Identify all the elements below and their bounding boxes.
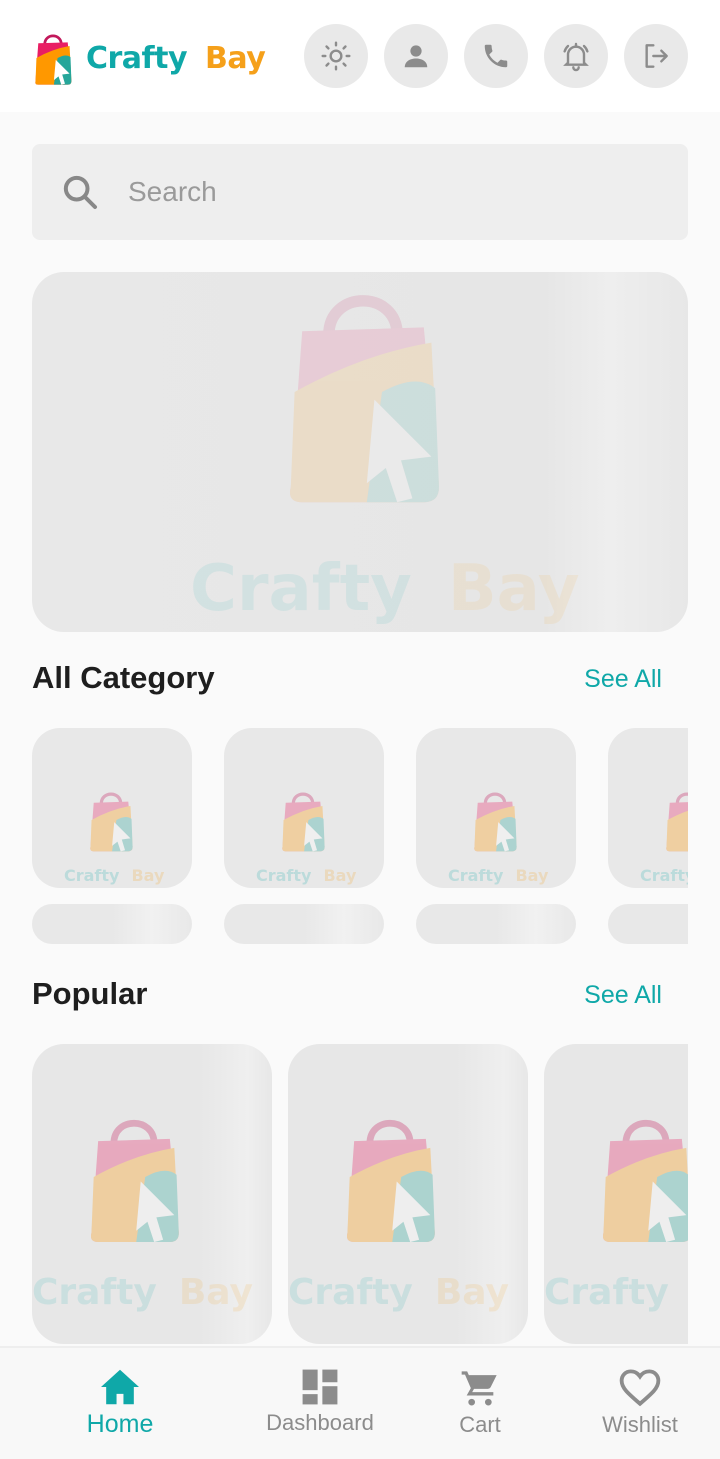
product-watermark: CraftyBay [288, 1272, 509, 1313]
category-card[interactable]: CraftyBay [416, 728, 576, 888]
home-icon [101, 1369, 139, 1405]
dashboard-icon [302, 1369, 338, 1405]
category-watermark: CraftyBay [64, 866, 165, 885]
nav-label-home: Home [86, 1410, 154, 1438]
nav-item-cart[interactable]: Cart [440, 1348, 520, 1459]
bag-logo-icon [268, 272, 458, 512]
notifications-button[interactable] [544, 24, 608, 88]
brand-name: Crafty Bay [86, 40, 266, 76]
category-watermark: CraftyBay [640, 866, 688, 885]
theme-toggle-button[interactable] [304, 24, 368, 88]
nav-item-wishlist[interactable]: Wishlist [590, 1348, 690, 1459]
nav-label-dashboard: Dashboard [266, 1410, 374, 1435]
bag-placeholder-icon [78, 1106, 190, 1248]
heart-icon [619, 1369, 661, 1407]
product-watermark: CraftyBay [544, 1272, 669, 1313]
app-header: Crafty Bay [0, 0, 720, 112]
search-input[interactable] [128, 176, 648, 208]
category-label-skeleton [224, 904, 384, 944]
brand-name-part1: Crafty [86, 40, 188, 76]
call-button[interactable] [464, 24, 528, 88]
product-watermark: CraftyBay [32, 1272, 253, 1313]
search-bar[interactable] [32, 144, 688, 240]
product-card[interactable]: CraftyBay [288, 1044, 528, 1344]
bag-placeholder-icon [660, 786, 688, 854]
promo-banner-placeholder[interactable]: Crafty Bay [32, 272, 688, 632]
bag-placeholder-icon [334, 1106, 446, 1248]
category-card[interactable]: CraftyBay [32, 728, 192, 888]
banner-watermark: Crafty Bay [190, 552, 580, 626]
category-card[interactable]: CraftyBay [224, 728, 384, 888]
bag-placeholder-icon [590, 1106, 688, 1248]
category-label-skeleton [416, 904, 576, 944]
bottom-navigation: Home Dashboard Cart Wishlist [0, 1346, 720, 1459]
profile-button[interactable] [384, 24, 448, 88]
logout-icon [645, 44, 668, 68]
bag-placeholder-icon [84, 786, 138, 854]
category-watermark: CraftyBay [256, 866, 357, 885]
bag-placeholder-icon [276, 786, 330, 854]
phone-icon [484, 44, 508, 68]
person-icon [404, 45, 428, 68]
nav-item-dashboard[interactable]: Dashboard [250, 1348, 390, 1459]
nav-item-home[interactable]: Home [70, 1348, 170, 1459]
logout-button[interactable] [624, 24, 688, 88]
section-title-category: All Category [32, 660, 215, 695]
category-label-skeleton [32, 904, 192, 944]
search-icon [63, 175, 97, 209]
see-all-category-link[interactable]: See All [584, 665, 662, 694]
brand-name-part2: Bay [205, 40, 266, 76]
nav-label-wishlist: Wishlist [602, 1412, 678, 1437]
cart-icon [461, 1371, 497, 1406]
product-card[interactable]: CraftyBay [544, 1044, 688, 1344]
app-logo: Crafty Bay [30, 28, 270, 88]
sun-icon [321, 41, 351, 71]
carousels: CraftyBay CraftyBay CraftyBay CraftyBay … [0, 700, 688, 1360]
bell-icon [563, 42, 589, 72]
bag-placeholder-icon [468, 786, 522, 854]
category-label-skeleton [608, 904, 688, 944]
product-card[interactable]: CraftyBay [32, 1044, 272, 1344]
nav-label-cart: Cart [459, 1412, 501, 1437]
category-card[interactable]: CraftyBay [608, 728, 688, 888]
category-watermark: CraftyBay [448, 866, 549, 885]
bag-logo-icon [30, 30, 76, 86]
